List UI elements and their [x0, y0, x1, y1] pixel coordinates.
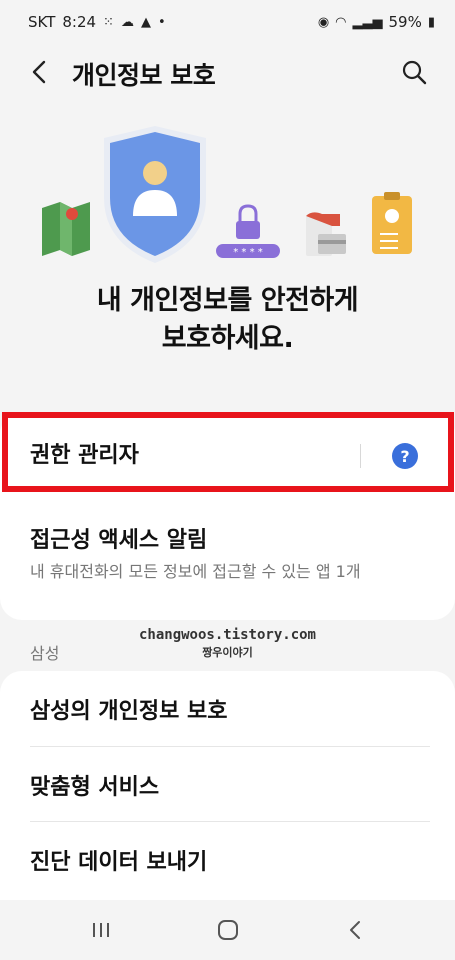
system-navigation-bar: [0, 900, 455, 960]
back-nav-icon[interactable]: [340, 916, 370, 944]
documents-card-icon: [306, 212, 346, 256]
shield-icon: [104, 126, 206, 263]
cloud-icon: ☁: [120, 14, 134, 30]
list-item-custom-service[interactable]: 맞춤형 서비스: [0, 747, 455, 821]
back-arrow-icon[interactable]: [24, 56, 56, 88]
list-item-label: 맞춤형 서비스: [30, 775, 160, 800]
recent-apps-icon[interactable]: [86, 916, 116, 944]
watermark-name: 짱우이야기: [202, 646, 253, 659]
warning-icon: ▲: [140, 14, 151, 30]
list-item-label: 삼성의 개인정보 보호: [30, 699, 228, 724]
home-icon[interactable]: [213, 916, 243, 944]
wifi-icon: ◠: [335, 14, 347, 30]
location-icon: ◉: [317, 14, 330, 30]
svg-text:* * * *: * * * *: [233, 247, 263, 258]
clipboard-profile-icon: [372, 192, 412, 254]
accessibility-access-alert-row[interactable]: 접근성 액세스 알림 내 휴대전화의 모든 정보에 접근할 수 있는 앱 1개: [0, 504, 455, 614]
battery-percent: 59%: [388, 13, 422, 31]
notification-icon: ⁙: [103, 14, 114, 30]
headline-line-1: 내 개인정보를 안전하게: [96, 285, 359, 316]
app-bar: 개인정보 보호: [0, 44, 455, 100]
list-item-label: 진단 데이터 보내기: [30, 850, 208, 875]
more-notifications-icon: •: [157, 14, 166, 30]
search-icon[interactable]: [398, 56, 430, 88]
page-title: 개인정보 보호: [72, 61, 216, 90]
accessibility-alert-title: 접근성 액세스 알림: [30, 528, 208, 553]
samsung-settings-card: 삼성의 개인정보 보호 맞춤형 서비스 진단 데이터 보내기: [0, 671, 455, 901]
accessibility-alert-subtitle: 내 휴대전화의 모든 정보에 접근할 수 있는 앱 1개: [30, 562, 361, 581]
signal-icon: ▂▃▅: [352, 14, 383, 30]
status-bar: SKT 8:24 ⁙ ☁ ▲ • ◉ ◠ ▂▃▅ 59% ▮: [0, 0, 455, 44]
clock: 8:24: [62, 13, 97, 31]
map-icon: [42, 202, 90, 256]
battery-icon: ▮: [427, 14, 435, 30]
watermark-url: changwoos.tistory.com: [138, 627, 316, 643]
hero-headline: 내 개인정보를 안전하게 보호하세요.: [0, 282, 455, 358]
highlight-annotation-box: [2, 412, 454, 492]
headline-line-2: 보호하세요.: [161, 323, 294, 354]
privacy-illustration: * * * *: [42, 126, 412, 263]
password-lock-icon: * * * *: [216, 204, 280, 258]
carrier-label: SKT: [28, 13, 56, 31]
watermark: changwoos.tistory.com 짱우이야기: [0, 626, 455, 662]
list-item-send-diagnostic-data[interactable]: 진단 데이터 보내기: [0, 822, 455, 896]
list-item-samsung-privacy[interactable]: 삼성의 개인정보 보호: [0, 671, 455, 745]
